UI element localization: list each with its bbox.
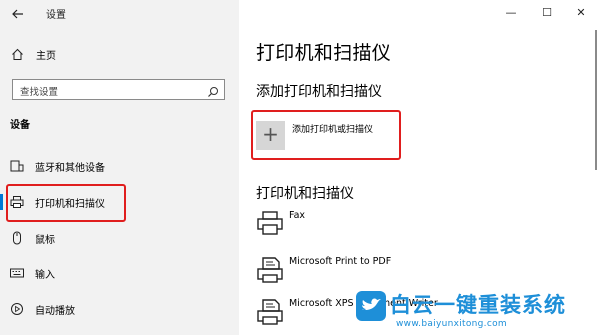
device-item-fax[interactable]: Fax bbox=[256, 210, 586, 250]
watermark-url: www.baiyunxitong.com bbox=[396, 319, 507, 329]
add-printer-label[interactable]: 添加打印机或扫描仪 bbox=[292, 122, 373, 135]
fax-icon bbox=[256, 210, 286, 240]
sidebar-item-autoplay[interactable]: 自动播放 bbox=[0, 297, 239, 321]
device-name: Fax bbox=[289, 210, 306, 221]
search-placeholder: 查找设置 bbox=[20, 87, 59, 98]
device-name: Microsoft Print to PDF bbox=[289, 256, 392, 267]
sidebar-item-label: 鼠标 bbox=[35, 234, 55, 246]
scrollbar[interactable] bbox=[595, 30, 597, 170]
home-label: 主页 bbox=[36, 50, 56, 62]
sidebar-item-label: 自动播放 bbox=[35, 305, 75, 317]
page-title: 打印机和扫描仪 bbox=[256, 42, 392, 64]
watermark-text: 白云一键重装系统 bbox=[390, 293, 566, 317]
printer-doc-icon bbox=[256, 298, 286, 328]
plus-icon: + bbox=[262, 122, 279, 146]
bluetooth-devices-icon bbox=[10, 159, 24, 173]
back-button[interactable] bbox=[8, 4, 28, 24]
search-input[interactable]: 查找设置 bbox=[12, 79, 225, 100]
sidebar-item-bluetooth[interactable]: 蓝牙和其他设备 bbox=[0, 154, 239, 178]
sidebar-item-mouse[interactable]: 鼠标 bbox=[0, 226, 239, 250]
printer-list-title: 打印机和扫描仪 bbox=[256, 186, 354, 202]
add-section-title: 添加打印机和扫描仪 bbox=[256, 84, 382, 100]
highlight-box-sidebar bbox=[6, 184, 126, 222]
add-printer-button[interactable]: + bbox=[256, 121, 285, 150]
autoplay-icon bbox=[10, 302, 24, 316]
sidebar-item-label: 输入 bbox=[35, 269, 55, 281]
sidebar-item-typing[interactable]: 输入 bbox=[0, 261, 239, 285]
printer-doc-icon bbox=[256, 256, 286, 286]
sidebar-section-title: 设备 bbox=[10, 120, 30, 131]
active-indicator bbox=[0, 194, 3, 210]
watermark: 白云一键重装系统 www.baiyunxitong.com bbox=[356, 287, 600, 335]
keyboard-icon bbox=[10, 266, 24, 280]
search-icon[interactable] bbox=[207, 83, 219, 97]
main-panel: 打印机和扫描仪 添加打印机和扫描仪 + 添加打印机或扫描仪 打印机和扫描仪 Fa… bbox=[239, 0, 600, 335]
mouse-icon bbox=[10, 231, 24, 245]
home-icon bbox=[10, 47, 24, 61]
bird-logo-icon bbox=[356, 291, 386, 321]
window-title: 设置 bbox=[46, 10, 66, 21]
sidebar-home[interactable]: 主页 bbox=[10, 44, 56, 64]
back-arrow-icon bbox=[12, 9, 23, 19]
sidebar-item-label: 蓝牙和其他设备 bbox=[35, 162, 105, 174]
